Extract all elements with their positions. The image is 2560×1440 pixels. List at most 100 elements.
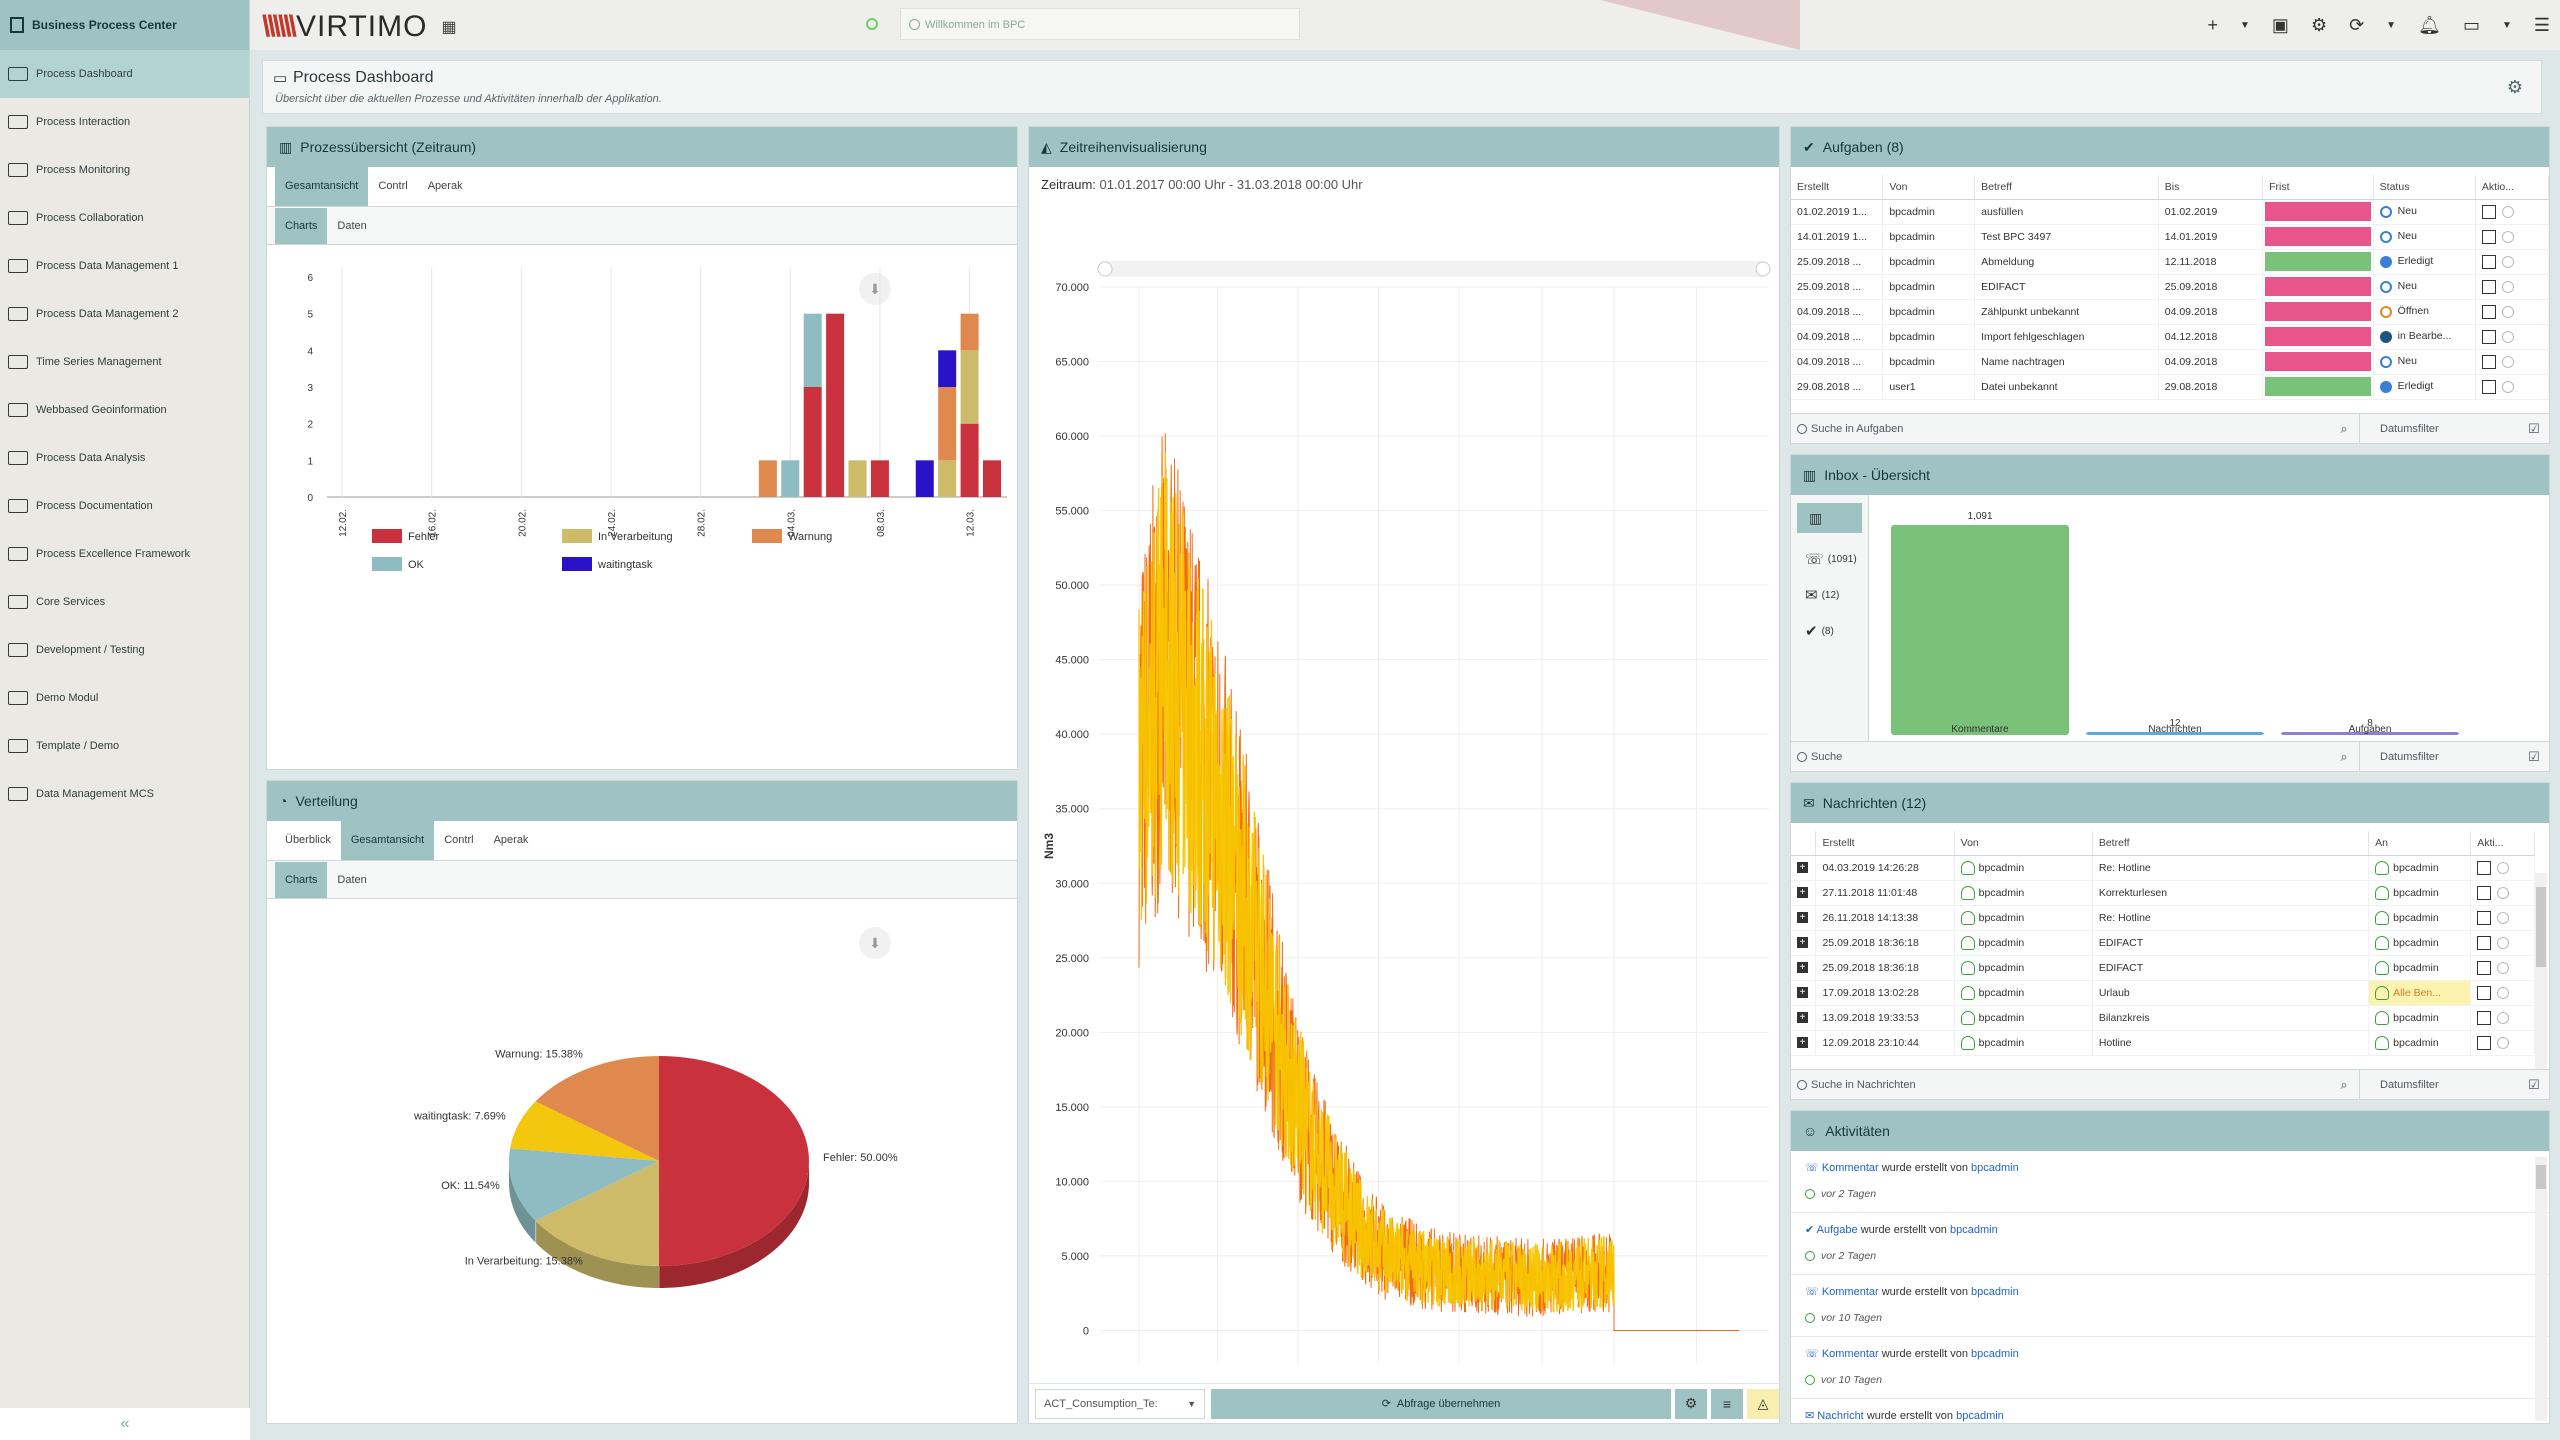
collapse-sidebar-button[interactable]: « — [0, 1408, 250, 1440]
assign-user-icon[interactable] — [2501, 205, 2514, 218]
assign-user-icon[interactable] — [2501, 280, 2514, 293]
tasks-search-input[interactable]: Suche in Aufgaben — [1791, 414, 2329, 444]
tasks-column-2[interactable]: Betreff — [1974, 175, 2159, 200]
assign-user-icon[interactable] — [2501, 330, 2514, 343]
assign-user-icon[interactable] — [2497, 961, 2510, 974]
legend-swatch[interactable] — [562, 529, 592, 543]
table-row[interactable]: 04.09.2018 ... bpcadmin Name nachtragen 04.… — [1791, 349, 2549, 375]
edit-icon[interactable] — [2481, 279, 2496, 294]
activity-item[interactable]: ✉ Nachricht wurde erstellt von bpcadmin — [1791, 1399, 2549, 1423]
sidebar-item-process-data-management-1[interactable]: Process Data Management 1 — [0, 242, 249, 290]
tab-contrl[interactable]: Contrl — [368, 166, 417, 206]
assign-user-icon[interactable] — [2497, 886, 2510, 899]
edit-icon[interactable] — [2481, 354, 2496, 369]
bar-ok[interactable] — [803, 313, 822, 387]
edit-icon[interactable] — [2481, 254, 2496, 269]
area-chart-icon[interactable]: ◬ — [1747, 1388, 1779, 1419]
table-row[interactable]: +17.09.2018 13:02:28 bpcadmin Urlaub Alle B… — [1791, 980, 2535, 1006]
expand-plus-icon[interactable]: + — [1797, 1037, 1808, 1049]
assign-user-icon[interactable] — [2501, 355, 2514, 368]
expand-plus-icon[interactable]: + — [1797, 987, 1808, 999]
assign-user-icon[interactable] — [2501, 305, 2514, 318]
sidebar-item-process-data-management-2[interactable]: Process Data Management 2 — [0, 290, 249, 338]
table-row[interactable]: +04.03.2019 14:26:28 bpcadmin Re: Hotline b… — [1791, 855, 2535, 881]
tasks-column-4[interactable]: Frist — [2262, 175, 2374, 200]
table-row[interactable]: 04.09.2018 ... bpcadmin Import fehlgeschla… — [1791, 324, 2549, 350]
sidebar-item-process-monitoring[interactable]: Process Monitoring — [0, 146, 249, 194]
search-icon[interactable]: ⌕ — [2329, 1070, 2359, 1100]
inbox-bar[interactable] — [1891, 525, 2069, 735]
messages-column-1[interactable]: Von — [1954, 831, 2093, 856]
brand-logo[interactable]: \\\\\\ VIRTIMO ▦ — [262, 10, 458, 44]
assign-user-icon[interactable] — [2497, 1011, 2510, 1024]
tasks-column-6[interactable]: Aktio... — [2475, 175, 2549, 200]
messages-search-input[interactable]: Suche in Nachrichten — [1791, 1070, 2329, 1100]
assign-user-icon[interactable] — [2497, 936, 2510, 949]
table-row[interactable]: +12.09.2018 23:10:44 bpcadmin Hotline bpcad… — [1791, 1030, 2535, 1056]
edit-icon[interactable] — [2477, 910, 2492, 925]
activity-user-link[interactable]: bpcadmin — [1971, 1162, 2019, 1174]
expand-plus-icon[interactable]: + — [1797, 937, 1808, 949]
sidebar-item-process-data-analysis[interactable]: Process Data Analysis — [0, 434, 249, 482]
range-handle-right[interactable] — [1755, 261, 1771, 277]
apply-query-button[interactable]: ⟳ Abfrage übernehmen — [1211, 1388, 1671, 1419]
activity-user-link[interactable]: bpcadmin — [1950, 1224, 1998, 1236]
activity-user-link[interactable]: bpcadmin — [1971, 1348, 2019, 1360]
bar-warnung[interactable] — [938, 387, 957, 461]
legend-swatch[interactable] — [372, 557, 402, 571]
expand-plus-icon[interactable]: + — [1797, 887, 1808, 899]
bar-fehler[interactable] — [870, 460, 889, 497]
messages-date-filter[interactable]: Datumsfilter — [2359, 1069, 2519, 1099]
assign-user-icon[interactable] — [2501, 230, 2514, 243]
table-row[interactable]: +27.11.2018 11:01:48 bpcadmin Korrekturles… — [1791, 880, 2535, 906]
tab-daten[interactable]: Daten — [327, 862, 376, 898]
bar-fehler[interactable] — [983, 460, 1001, 497]
assign-user-icon[interactable] — [2497, 861, 2510, 874]
table-row[interactable]: +25.09.2018 18:36:18 bpcadmin EDIFACT bpcad… — [1791, 955, 2535, 981]
legend-label[interactable]: waitingtask — [597, 559, 653, 571]
tab-charts[interactable]: Charts — [275, 862, 328, 898]
bar-fehler[interactable] — [960, 423, 979, 497]
tasks-column-3[interactable]: Bis — [2158, 175, 2264, 200]
expand-plus-icon[interactable]: + — [1797, 1012, 1808, 1024]
edit-icon[interactable] — [2481, 329, 2496, 344]
expand-plus-icon[interactable]: + — [1797, 912, 1808, 924]
edit-icon[interactable] — [2477, 860, 2492, 875]
sidebar-item-core-services[interactable]: Core Services — [0, 578, 249, 626]
series-select[interactable]: ACT_Consumption_Te: ▼ — [1035, 1388, 1205, 1419]
tasks-column-0[interactable]: Erstellt — [1791, 175, 1884, 200]
sidebar-item-process-excellence-framework[interactable]: Process Excellence Framework — [0, 530, 249, 578]
sidebar-item-time-series-management[interactable]: Time Series Management — [0, 338, 249, 386]
edit-icon[interactable] — [2481, 204, 2496, 219]
legend-swatch[interactable] — [752, 529, 782, 543]
sidebar-item-process-documentation[interactable]: Process Documentation — [0, 482, 249, 530]
series-line-forecast[interactable] — [1138, 452, 1615, 1313]
gear-icon[interactable]: ⚙ — [2311, 15, 2327, 36]
bar-warnung[interactable] — [758, 460, 777, 497]
bell-icon[interactable]: 🔔︎ — [2418, 15, 2441, 36]
bar-fehler[interactable] — [826, 313, 845, 497]
legend-label[interactable]: Warnung — [788, 531, 832, 543]
table-row[interactable]: +13.09.2018 19:33:53 bpcadmin Bilanzkreis b… — [1791, 1005, 2535, 1031]
edit-icon[interactable] — [2481, 379, 2496, 394]
range-handle-left[interactable] — [1097, 261, 1113, 277]
sidebar-item-development-testing[interactable]: Development / Testing — [0, 626, 249, 674]
chevron-down-icon[interactable]: ▼ — [2502, 20, 2512, 31]
activity-user-link[interactable]: bpcadmin — [1956, 1410, 2004, 1422]
chevron-down-icon[interactable]: ▼ — [2240, 20, 2250, 31]
legend-swatch[interactable] — [562, 557, 592, 571]
tab-gesamtansicht[interactable]: Gesamtansicht — [340, 820, 435, 860]
bar-ok[interactable] — [781, 460, 800, 497]
activity-item[interactable]: ✔ Aufgabe wurde erstellt von bpcadmin vor… — [1791, 1213, 2549, 1275]
tab-charts[interactable]: Charts — [275, 208, 328, 244]
legend-swatch[interactable] — [372, 529, 402, 543]
activity-user-link[interactable]: bpcadmin — [1971, 1286, 2019, 1298]
tab-contrl[interactable]: Contrl — [434, 820, 483, 860]
edit-icon[interactable] — [2477, 885, 2492, 900]
search-icon[interactable]: ⌕ — [2329, 414, 2359, 444]
assign-user-icon[interactable] — [2497, 1036, 2510, 1049]
bar-in-verarbeitung[interactable] — [938, 460, 957, 497]
tasks-column-5[interactable]: Status — [2373, 175, 2476, 200]
calendar-icon[interactable]: ▦ — [441, 17, 457, 37]
activity-item[interactable]: ☏ Kommentar wurde erstellt von bpcadmin v… — [1791, 1275, 2549, 1337]
